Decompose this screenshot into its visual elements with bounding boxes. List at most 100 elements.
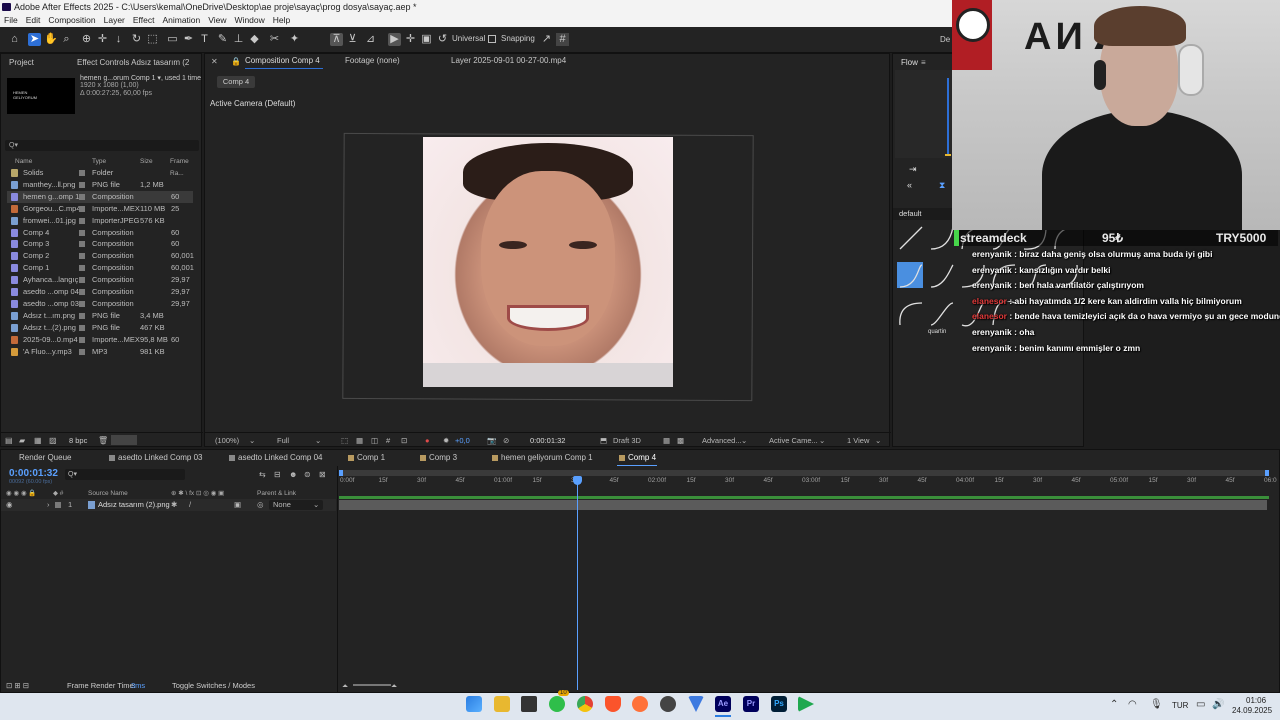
mask-visibility-icon[interactable]: ◫ bbox=[371, 433, 378, 448]
monitor-icon[interactable]: ▭ bbox=[1196, 699, 1205, 710]
premiere-icon[interactable]: Pr bbox=[743, 696, 759, 712]
camera-view-select[interactable]: Active Came... bbox=[769, 433, 818, 448]
timeline-tab[interactable]: Comp 4 bbox=[619, 450, 656, 466]
item-label-color[interactable] bbox=[79, 217, 85, 224]
brave-icon[interactable] bbox=[605, 696, 621, 712]
region-of-interest-icon[interactable]: ⬚ bbox=[341, 433, 348, 448]
menu-composition[interactable]: Composition bbox=[48, 15, 95, 25]
breadcrumb-comp4[interactable]: Comp 4 bbox=[217, 76, 255, 88]
chevron-up-icon[interactable]: ⌃ bbox=[1110, 699, 1118, 710]
photoshop-icon[interactable]: Ps bbox=[771, 696, 787, 712]
microphone-icon[interactable]: 🎙 bbox=[1150, 699, 1163, 710]
project-item[interactable]: asedto ...omp 04 Composition 29,97 bbox=[7, 286, 193, 298]
item-label-color[interactable] bbox=[79, 170, 85, 176]
playhead-handle[interactable] bbox=[573, 476, 582, 485]
resolution-select[interactable]: Full bbox=[277, 433, 289, 448]
zoom-tool-icon[interactable]: ⌕ bbox=[60, 33, 73, 46]
work-area-navigator[interactable] bbox=[339, 470, 1269, 476]
snap-grid-icon[interactable]: # bbox=[556, 33, 569, 46]
nav-end-handle[interactable] bbox=[1265, 470, 1269, 476]
layer-row[interactable]: ◉ › 1 Adsız tasarım (2).png ✱ / ▣ ◎ None… bbox=[1, 499, 336, 511]
magnification-select[interactable]: (100%) bbox=[215, 433, 239, 448]
new-comp-icon[interactable]: ▦ bbox=[34, 436, 42, 445]
rotate-icon[interactable]: ↺ bbox=[436, 33, 449, 46]
item-label-color[interactable] bbox=[79, 324, 85, 331]
project-item[interactable]: Gorgeou...C.mp4 Importe...MEX 110 MB 25 bbox=[7, 203, 193, 215]
item-label-color[interactable] bbox=[79, 241, 85, 248]
interpret-footage-icon[interactable]: ▤ bbox=[5, 436, 13, 445]
timeline-tab[interactable]: asedto Linked Comp 04 bbox=[229, 450, 323, 466]
tab-composition-comp4[interactable]: Composition Comp 4 bbox=[245, 54, 320, 68]
renderer-select[interactable]: Advanced... bbox=[702, 433, 742, 448]
whatsapp-icon[interactable]: 10 bbox=[549, 690, 569, 712]
tab-effect-controls[interactable]: Effect Controls Adsız tasarım (2).png bbox=[77, 56, 189, 70]
panel-menu-icon[interactable]: ≡ bbox=[921, 58, 926, 67]
project-item[interactable]: 'A Fluo...y.mp3 MP3 981 KB bbox=[7, 346, 193, 358]
draft3d-toggle[interactable]: Draft 3D bbox=[613, 433, 641, 448]
timeline-search-input[interactable]: Q▾ bbox=[65, 469, 185, 480]
snapshot-icon[interactable]: 📷 bbox=[487, 433, 496, 448]
project-item[interactable]: manthey...ll.png PNG file 1,2 MB bbox=[7, 179, 193, 191]
item-label-color[interactable] bbox=[79, 289, 85, 295]
rectangle-tool-icon[interactable]: ▭ bbox=[166, 33, 179, 46]
menu-layer[interactable]: Layer bbox=[104, 15, 125, 25]
dolly-tool-icon[interactable]: ↓ bbox=[112, 33, 125, 46]
menu-file[interactable]: File bbox=[4, 15, 18, 25]
draft-3d-icon[interactable]: ⊟ bbox=[274, 470, 281, 479]
chevron-left-icon[interactable]: « bbox=[907, 180, 912, 190]
menu-help[interactable]: Help bbox=[273, 15, 290, 25]
curve-preset-linear[interactable] bbox=[897, 224, 923, 250]
item-label-color[interactable] bbox=[79, 229, 85, 236]
item-label-color[interactable] bbox=[79, 300, 85, 307]
type-tool-icon[interactable]: T bbox=[198, 33, 211, 46]
nav-start-handle[interactable] bbox=[339, 470, 343, 476]
zoom-in-icon[interactable]: ⏶ bbox=[391, 679, 397, 693]
shy-switch-icon[interactable]: ✱ bbox=[171, 499, 177, 511]
work-area-bar[interactable] bbox=[339, 496, 1269, 499]
close-tab-icon[interactable]: ✕ bbox=[211, 57, 218, 66]
menu-effect[interactable]: Effect bbox=[133, 15, 155, 25]
curve-preset-cubic[interactable] bbox=[928, 262, 954, 288]
expand-triangle-icon[interactable]: › bbox=[47, 499, 50, 511]
eraser-tool-icon[interactable]: ◆ bbox=[248, 33, 261, 46]
visibility-icon[interactable]: ◉ bbox=[6, 499, 13, 511]
shy-layers-icon[interactable]: ☻ bbox=[289, 470, 297, 479]
headset-icon[interactable]: ◠ bbox=[1128, 699, 1137, 710]
firefox-icon[interactable] bbox=[632, 696, 648, 712]
adjustment-switch-icon[interactable]: ▣ bbox=[234, 499, 241, 511]
pan-tool-icon[interactable]: ✛ bbox=[96, 33, 109, 46]
item-label-color[interactable] bbox=[79, 336, 85, 343]
transparency-grid-icon[interactable]: ▦ bbox=[356, 433, 363, 448]
media-player-icon[interactable] bbox=[798, 696, 814, 712]
curve-preset-sine[interactable] bbox=[928, 300, 954, 326]
timeline-current-time[interactable]: 0:00:01:32 bbox=[9, 468, 58, 479]
new-folder-icon[interactable]: ▰ bbox=[19, 436, 25, 445]
item-label-color[interactable] bbox=[79, 193, 85, 200]
move-icon[interactable]: ✛ bbox=[404, 33, 417, 46]
timeline-tab[interactable]: Comp 1 bbox=[348, 450, 385, 466]
clock-date[interactable]: 24.09.2025 bbox=[1232, 706, 1272, 715]
rotate-tool-icon[interactable]: ↻ bbox=[130, 33, 143, 46]
layer-duration-bar[interactable] bbox=[339, 500, 1267, 510]
vscode-icon[interactable] bbox=[688, 696, 704, 712]
project-item[interactable]: Comp 4 Composition 60 bbox=[7, 227, 193, 239]
project-item[interactable]: Comp 3 Composition 60 bbox=[7, 238, 193, 250]
item-label-color[interactable] bbox=[79, 277, 85, 284]
selection-tool-icon[interactable]: ➤ bbox=[28, 33, 41, 46]
axis-icon[interactable]: ⊻ bbox=[346, 33, 359, 46]
lock-icon[interactable]: 🔒 bbox=[231, 57, 241, 66]
item-label-color[interactable] bbox=[79, 265, 85, 272]
layer-label-color[interactable] bbox=[55, 502, 61, 508]
chrome-icon[interactable] bbox=[577, 696, 593, 712]
zoom-slider[interactable] bbox=[353, 684, 391, 686]
hand-tool-icon[interactable]: ✋ bbox=[44, 33, 58, 46]
pointer-icon[interactable]: ▶ bbox=[388, 33, 401, 46]
notepad-icon[interactable] bbox=[521, 696, 537, 712]
extended-viewer-icon[interactable]: ▩ bbox=[677, 433, 684, 448]
project-item[interactable]: fromwei...01.jpg ImporterJPEG 576 KB bbox=[7, 215, 193, 227]
timeline-tab[interactable]: asedto Linked Comp 03 bbox=[109, 450, 203, 466]
current-time[interactable]: 0:00:01:32 bbox=[530, 433, 565, 448]
menu-window[interactable]: Window bbox=[235, 15, 265, 25]
color-channel-icon[interactable]: ● bbox=[425, 433, 430, 448]
pen-tool-icon[interactable]: ✒ bbox=[182, 33, 195, 46]
